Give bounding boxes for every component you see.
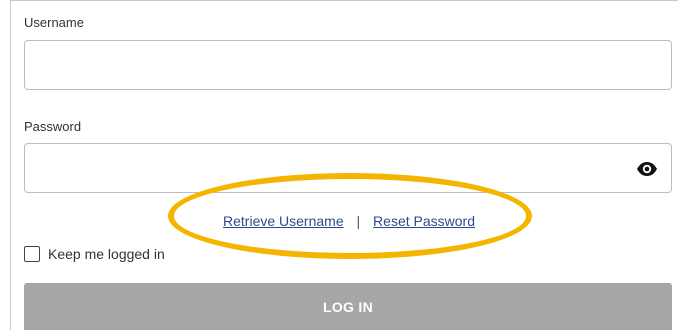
username-label: Username bbox=[24, 15, 84, 30]
retrieve-username-link[interactable]: Retrieve Username bbox=[223, 213, 344, 229]
username-input[interactable] bbox=[24, 40, 672, 90]
keep-logged-in-row: Keep me logged in bbox=[24, 246, 165, 262]
keep-logged-in-label: Keep me logged in bbox=[48, 246, 165, 262]
account-help-links: Retrieve Username | Reset Password bbox=[0, 213, 678, 229]
password-input[interactable] bbox=[24, 143, 672, 193]
password-label: Password bbox=[24, 119, 82, 134]
reset-password-link[interactable]: Reset Password bbox=[373, 213, 475, 229]
keep-logged-in-checkbox[interactable] bbox=[24, 246, 40, 262]
login-button[interactable]: LOG IN bbox=[24, 283, 672, 330]
link-separator: | bbox=[356, 213, 361, 229]
eye-icon[interactable] bbox=[634, 158, 660, 180]
